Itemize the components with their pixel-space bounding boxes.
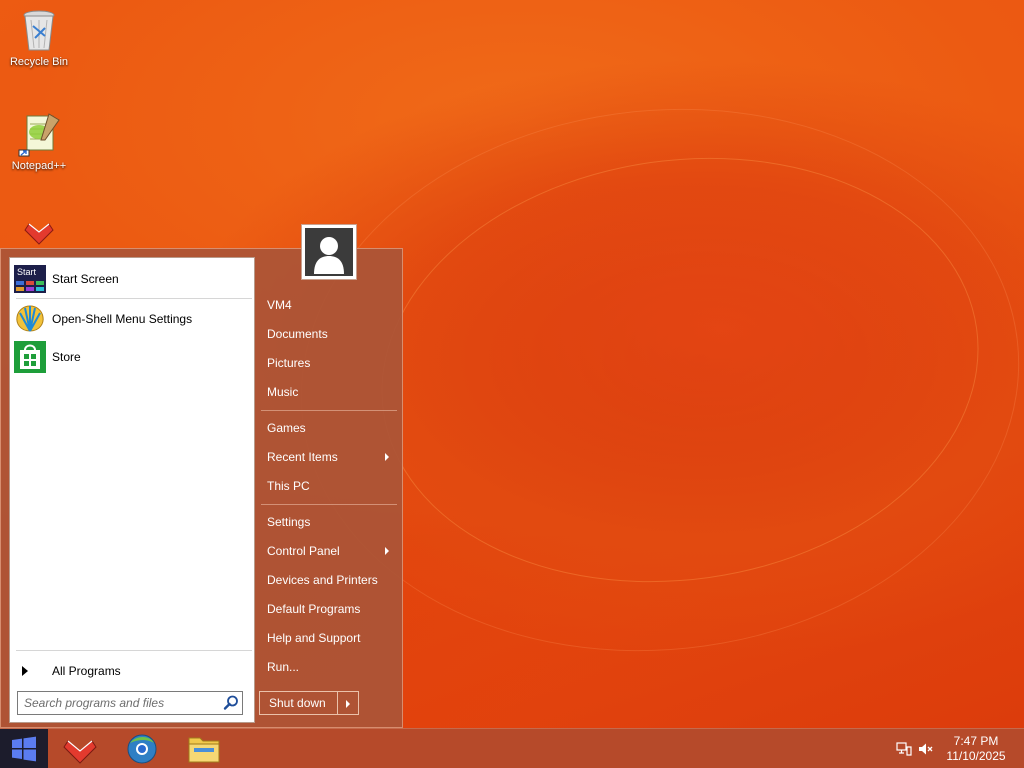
program-start-screen[interactable]: Start Start Screen [14, 262, 250, 296]
program-open-shell-settings[interactable]: Open-Shell Menu Settings [14, 302, 250, 336]
menu-item-music[interactable]: Music [261, 379, 399, 405]
start-menu-programs-pane: Start Start Screen Open-Shell Menu Setti… [9, 257, 255, 723]
store-icon [14, 341, 46, 373]
menu-item-label: Games [267, 421, 306, 435]
program-label: Start Screen [52, 272, 119, 286]
network-icon[interactable] [896, 741, 912, 757]
menu-item-recent-items[interactable]: Recent Items [261, 444, 399, 470]
divider [261, 504, 397, 505]
submenu-arrow-icon [385, 547, 389, 555]
clock[interactable]: 7:47 PM 11/10/2025 [940, 734, 1012, 764]
menu-item-label: Pictures [267, 356, 311, 370]
taskbar-app-button[interactable] [56, 731, 104, 767]
shutdown-label: Shut down [269, 696, 326, 710]
desktop-icon-label: Notepad++ [11, 160, 67, 172]
menu-item-this-pc[interactable]: This PC [261, 473, 399, 499]
menu-item-label: Music [267, 385, 299, 399]
shutdown-button[interactable]: Shut down [260, 692, 338, 714]
taskbar-file-explorer-button[interactable] [180, 731, 228, 767]
menu-item-label: Settings [267, 515, 311, 529]
menu-item-label: Default Programs [267, 602, 361, 616]
program-store[interactable]: Store [14, 340, 250, 374]
start-screen-icon-text: Start [17, 267, 37, 277]
menu-item-label: Control Panel [267, 544, 340, 558]
all-programs-label: All Programs [52, 664, 121, 678]
menu-item-run[interactable]: Run... [261, 654, 399, 680]
browser-icon [127, 734, 157, 764]
shutdown-options-button[interactable] [338, 692, 358, 714]
menu-item-label: This PC [267, 479, 310, 493]
desktop-icon-recycle-bin[interactable]: Recycle Bin [1, 6, 77, 68]
desktop-icon-label: Recycle Bin [9, 56, 69, 68]
menu-item-documents[interactable]: Documents [261, 321, 399, 347]
menu-item-label: Devices and Printers [267, 573, 378, 587]
clock-date: 11/10/2025 [946, 749, 1006, 763]
menu-item-help-and-support[interactable]: Help and Support [261, 625, 399, 651]
volume-muted-icon[interactable] [918, 741, 934, 757]
program-label: Store [52, 350, 81, 364]
menu-item-label: VM4 [267, 298, 292, 312]
windows-logo-icon [12, 736, 36, 762]
user-picture[interactable] [301, 224, 357, 280]
taskbar: 7:47 PM 11/10/2025 [0, 728, 1024, 768]
search-input[interactable] [18, 693, 220, 713]
menu-item-user-folder[interactable]: VM4 [261, 292, 399, 318]
shutdown-control: Shut down [259, 691, 359, 715]
system-tray: 7:47 PM 11/10/2025 [884, 729, 1024, 768]
recycle-bin-icon [15, 6, 63, 54]
divider [261, 410, 397, 411]
user-avatar-icon [305, 228, 353, 276]
submenu-arrow-icon [385, 453, 389, 461]
program-label: Open-Shell Menu Settings [52, 312, 193, 326]
menu-item-control-panel[interactable]: Control Panel [261, 538, 399, 564]
open-shell-icon [14, 303, 46, 335]
menu-item-label: Run... [267, 660, 300, 674]
search-box [17, 691, 243, 715]
taskbar-browser-button[interactable] [118, 731, 166, 767]
menu-item-settings[interactable]: Settings [261, 509, 399, 535]
menu-item-games[interactable]: Games [261, 415, 399, 441]
search-icon[interactable] [220, 692, 242, 714]
clock-time: 7:47 PM [953, 734, 999, 748]
menu-item-pictures[interactable]: Pictures [261, 350, 399, 376]
divider [16, 650, 252, 651]
start-screen-icon: Start [14, 263, 46, 295]
divider [16, 298, 252, 299]
desktop-icon-notepad-plus-plus[interactable]: Notepad++ [1, 110, 77, 172]
menu-item-default-programs[interactable]: Default Programs [261, 596, 399, 622]
menu-item-label: Documents [267, 327, 328, 341]
start-menu-places-pane: VM4 Documents Pictures Music Games Recen… [259, 224, 404, 729]
notepad-plus-plus-icon [15, 110, 63, 158]
menu-item-devices-and-printers[interactable]: Devices and Printers [261, 567, 399, 593]
app-icon [63, 740, 97, 764]
menu-item-label: Help and Support [267, 631, 361, 645]
file-explorer-icon [188, 737, 220, 763]
all-programs-button[interactable]: All Programs [14, 660, 250, 682]
start-button[interactable] [0, 729, 48, 768]
menu-item-label: Recent Items [267, 450, 338, 464]
start-menu: Start Start Screen Open-Shell Menu Setti… [0, 224, 404, 729]
expand-arrow-icon [22, 666, 28, 676]
